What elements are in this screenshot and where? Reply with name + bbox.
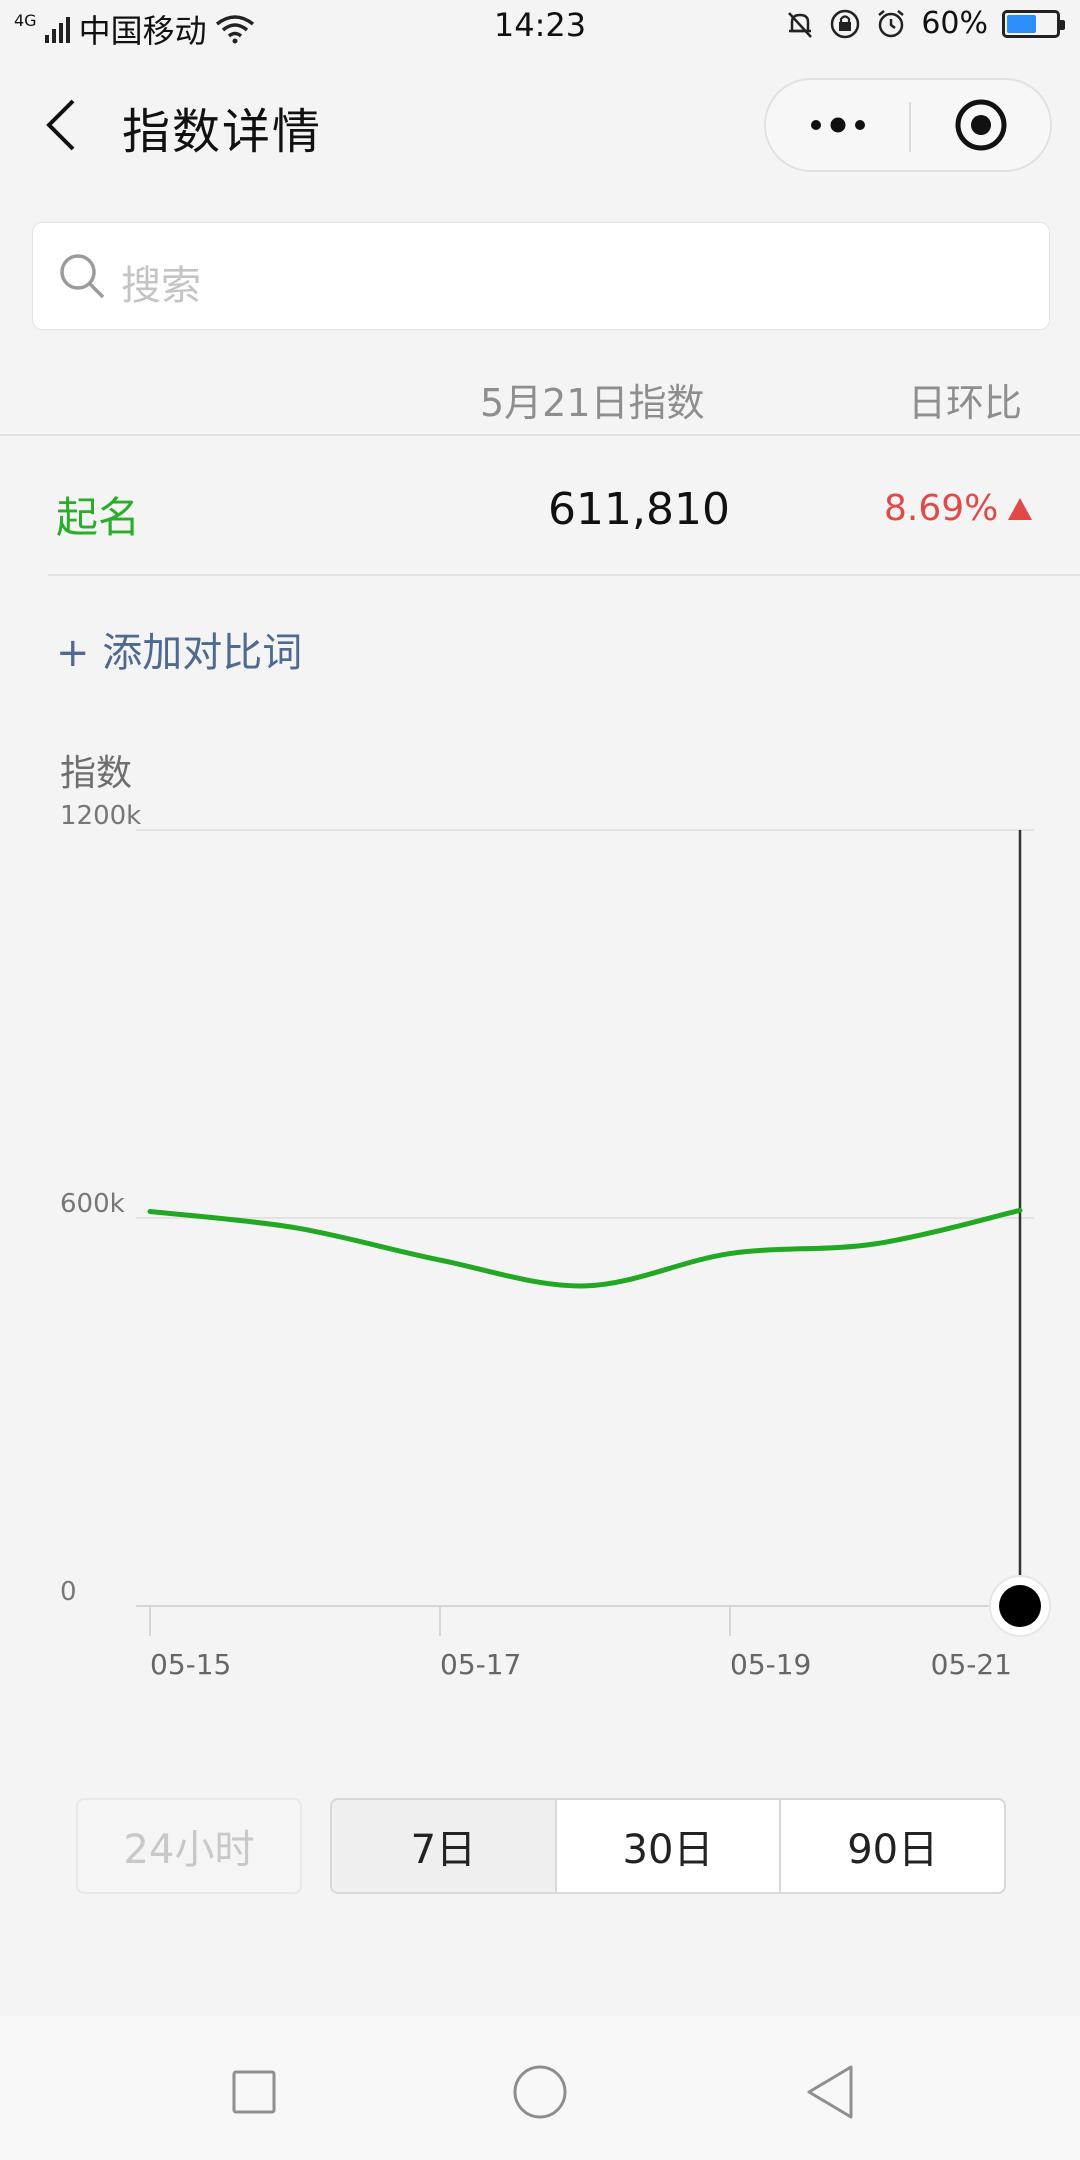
target-icon bbox=[955, 99, 1007, 151]
change-value: 8.69% bbox=[884, 488, 1033, 529]
status-bar: 4G 中国移动 14:23 60% bbox=[0, 0, 1080, 52]
x-tick-label: 05-17 bbox=[440, 1648, 521, 1681]
x-tick-label: 05-19 bbox=[730, 1648, 811, 1681]
page-title: 指数详情 bbox=[122, 104, 323, 160]
search-placeholder: 搜索 bbox=[121, 263, 201, 309]
home-button[interactable] bbox=[500, 2052, 580, 2132]
recent-apps-button[interactable] bbox=[214, 2052, 294, 2132]
mini-program-capsule bbox=[764, 78, 1052, 172]
chart-y-label: 指数 bbox=[60, 753, 133, 794]
x-tick-label: 05-21 bbox=[931, 1648, 1012, 1681]
battery-percent: 60% bbox=[921, 6, 988, 41]
search-icon bbox=[60, 254, 105, 299]
keyword-label[interactable]: 起名 bbox=[56, 484, 140, 545]
index-value: 611,810 bbox=[548, 484, 730, 535]
y-tick-label: 1200k bbox=[60, 801, 141, 831]
change-percent: 8.69% bbox=[884, 488, 999, 529]
back-button[interactable] bbox=[30, 90, 90, 160]
row-divider bbox=[48, 574, 1080, 576]
close-mini-program-button[interactable] bbox=[911, 80, 1051, 170]
range-24h-button: 24小时 bbox=[76, 1798, 302, 1894]
more-button[interactable] bbox=[766, 80, 909, 170]
series-line-0 bbox=[147, 1207, 1023, 1289]
range-option-2[interactable]: 90日 bbox=[781, 1800, 1004, 1892]
triangle-left-icon bbox=[807, 2065, 853, 2119]
search-input[interactable]: 搜索 bbox=[32, 222, 1050, 330]
chevron-left-icon bbox=[46, 99, 75, 151]
more-dots-icon bbox=[810, 117, 865, 133]
index-line-chart[interactable]: 0 600k 1200k 05-15 05-17 05-19 05-21 bbox=[0, 800, 1080, 1720]
mute-icon bbox=[788, 11, 813, 38]
battery-icon bbox=[1002, 9, 1065, 38]
alarm-icon bbox=[878, 9, 905, 37]
rotation-lock-icon bbox=[831, 9, 860, 38]
column-header-change: 日环比 bbox=[908, 381, 1023, 425]
header: 指数详情 bbox=[0, 70, 1080, 180]
range-segment: 7日 30日 90日 bbox=[330, 1798, 1006, 1894]
range-option-1[interactable]: 30日 bbox=[557, 1800, 782, 1892]
y-tick-label: 600k bbox=[60, 1189, 125, 1219]
back-nav-button[interactable] bbox=[790, 2052, 870, 2132]
x-tick-label: 05-15 bbox=[150, 1648, 231, 1681]
square-icon bbox=[232, 2070, 276, 2114]
add-compare-button[interactable]: + 添加对比词 bbox=[56, 620, 302, 678]
system-nav-bar bbox=[0, 2016, 1080, 2160]
circle-icon bbox=[513, 2065, 567, 2119]
scrubber-handle[interactable] bbox=[999, 1585, 1041, 1627]
status-right: 60% bbox=[785, 6, 1065, 41]
column-header-index: 5月21日指数 bbox=[480, 381, 705, 425]
up-arrow-icon bbox=[1008, 497, 1033, 520]
header-divider bbox=[0, 434, 1080, 436]
battery-fill bbox=[1007, 14, 1036, 33]
y-tick-label: 0 bbox=[60, 1577, 77, 1607]
range-option-0[interactable]: 7日 bbox=[332, 1800, 557, 1892]
